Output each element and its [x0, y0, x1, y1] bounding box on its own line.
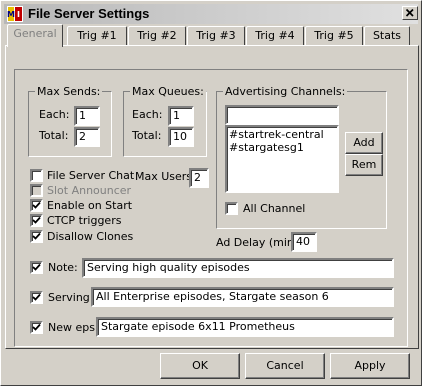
svg-text:M: M	[7, 10, 15, 19]
max-sends-title: Max Sends:	[35, 85, 103, 98]
channel-input[interactable]	[225, 105, 339, 125]
disallow-clones-label: Disallow Clones	[47, 230, 134, 243]
tab-general[interactable]: General	[7, 24, 63, 47]
slot-announcer-checkbox	[30, 184, 43, 197]
tab-stats[interactable]: Stats	[364, 26, 410, 46]
checkmark-icon	[32, 263, 41, 271]
settings-window: M I File Server Settings General Trig #1…	[0, 0, 422, 386]
window-title: File Server Settings	[28, 6, 150, 21]
slot-announcer-label: Slot Announcer	[47, 184, 132, 197]
channel-list[interactable]: #startrek-central #stargatesg1	[225, 125, 339, 193]
new-eps-field[interactable]: Stargate episode 6x11 Prometheus	[96, 317, 394, 337]
file-server-chat-checkbox[interactable]	[30, 169, 43, 182]
tab-trig-4[interactable]: Trig #4	[246, 26, 304, 46]
ctcp-triggers-checkbox[interactable]	[30, 214, 43, 227]
max-queues-total-field[interactable]: 10	[168, 127, 194, 147]
advertising-channels-title: Advertising Channels:	[223, 85, 348, 98]
tab-trig-3[interactable]: Trig #3	[187, 26, 245, 46]
ad-delay-label: Ad Delay (min):	[216, 236, 302, 249]
add-channel-button[interactable]: Add	[345, 132, 383, 154]
close-icon	[405, 8, 414, 17]
enable-on-start-checkbox[interactable]	[30, 199, 43, 212]
note-label: Note:	[48, 261, 78, 274]
max-sends-each-label: Each:	[39, 108, 70, 121]
checkmark-icon	[32, 201, 41, 209]
list-item[interactable]: #stargatesg1	[229, 141, 335, 154]
max-users-label: Max Users:	[135, 170, 196, 183]
serving-label: Serving:	[48, 291, 94, 304]
max-sends-total-field[interactable]: 2	[74, 127, 100, 147]
tab-trig-2[interactable]: Trig #2	[128, 26, 186, 46]
file-server-chat-label: File Server Chat	[47, 169, 135, 182]
close-button[interactable]	[402, 6, 418, 20]
checkmark-icon	[32, 216, 41, 224]
max-sends-each-field[interactable]: 1	[74, 106, 100, 126]
enable-on-start-label: Enable on Start	[47, 199, 133, 212]
checkmark-icon	[32, 232, 41, 240]
ad-delay-field[interactable]: 40	[291, 232, 317, 252]
new-eps-checkbox[interactable]	[30, 321, 43, 334]
all-channel-checkbox[interactable]	[225, 202, 238, 215]
new-eps-label: New eps:	[48, 321, 99, 334]
max-queues-total-label: Total:	[132, 129, 162, 142]
ok-button[interactable]: OK	[160, 353, 240, 379]
app-icon: M I	[7, 6, 23, 22]
note-field[interactable]: Serving high quality episodes	[82, 258, 394, 278]
tab-trig-5[interactable]: Trig #5	[305, 26, 363, 46]
serving-field[interactable]: All Enterprise episodes, Stargate season…	[91, 287, 394, 307]
title-bar[interactable]: M I File Server Settings	[4, 4, 418, 24]
cancel-button[interactable]: Cancel	[245, 353, 325, 379]
svg-text:I: I	[17, 10, 20, 19]
ctcp-triggers-label: CTCP triggers	[47, 214, 122, 227]
max-users-field[interactable]: 2	[189, 168, 209, 188]
max-queues-group: Max Queues:	[123, 85, 207, 157]
max-queues-each-field[interactable]: 1	[168, 106, 194, 126]
checkmark-icon	[32, 293, 41, 301]
disallow-clones-checkbox[interactable]	[30, 230, 43, 243]
apply-button[interactable]: Apply	[330, 353, 410, 379]
remove-channel-button[interactable]: Rem	[345, 154, 383, 176]
checkmark-icon	[32, 323, 41, 331]
all-channel-label: All Channel	[243, 202, 306, 215]
max-queues-each-label: Each:	[132, 108, 163, 121]
tab-trig-1[interactable]: Trig #1	[67, 26, 127, 46]
list-item[interactable]: #startrek-central	[229, 128, 335, 141]
note-checkbox[interactable]	[30, 261, 43, 274]
max-queues-title: Max Queues:	[130, 85, 206, 98]
max-sends-total-label: Total:	[39, 129, 69, 142]
serving-checkbox[interactable]	[30, 291, 43, 304]
